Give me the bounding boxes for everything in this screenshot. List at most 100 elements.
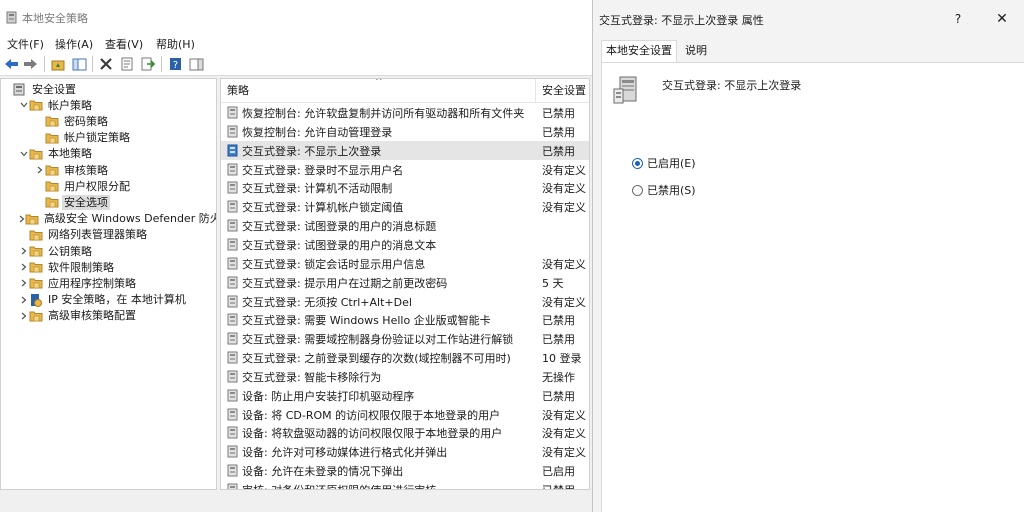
disabled-option[interactable]: 已禁用(S) xyxy=(632,182,696,198)
svg-text:?: ? xyxy=(172,60,177,71)
enabled-option[interactable]: 已启用(E) xyxy=(632,155,696,171)
up-one-level-button[interactable] xyxy=(49,55,67,73)
table-row[interactable]: 交互式登录: 登录时不显示用户名 没有定义 xyxy=(221,160,589,179)
table-row[interactable]: 交互式登录: 需要域控制器身份验证以对工作站进行解锁 已禁用 xyxy=(221,329,589,348)
tree-item[interactable]: 公钥策略 xyxy=(1,243,216,259)
policy-name-cell: 交互式登录: 锁定会话时显示用户信息 xyxy=(242,257,426,271)
policy-name-cell: 交互式登录: 登录时不显示用户名 xyxy=(242,163,404,177)
column-header-policy[interactable]: 策略 ^ xyxy=(221,79,536,103)
table-row[interactable]: 设备: 将软盘驱动器的访问权限仅限于本地登录的用户 没有定义 xyxy=(221,423,589,442)
toolbar: ? xyxy=(0,52,592,76)
tree-item[interactable]: 应用程序控制策略 xyxy=(1,275,216,291)
help-button[interactable]: ? xyxy=(947,8,969,30)
tree-item[interactable]: IP 安全策略，在 本地计算机 xyxy=(1,292,216,308)
tree-item[interactable]: 网络列表管理器策略 xyxy=(1,227,216,243)
policy-name-cell: 设备: 将软盘驱动器的访问权限仅限于本地登录的用户 xyxy=(242,427,503,441)
tree-item[interactable]: 密码策略 xyxy=(1,113,216,129)
policy-item-icon xyxy=(227,163,238,176)
table-row[interactable]: 交互式登录: 提示用户在过期之前更改密码 5 天 xyxy=(221,273,589,292)
policy-name-cell: 设备: 允许对可移动媒体进行格式化并弹出 xyxy=(242,446,448,460)
close-button[interactable]: ✕ xyxy=(991,8,1013,30)
policy-item-icon xyxy=(227,389,238,402)
table-row[interactable]: 交互式登录: 无须按 Ctrl+Alt+Del 没有定义 xyxy=(221,292,589,311)
tree-item[interactable]: 帐户策略 xyxy=(1,97,216,113)
security-setting-cell: 没有定义 xyxy=(542,446,586,460)
table-row[interactable]: 交互式登录: 计算机帐户锁定阈值 没有定义 xyxy=(221,197,589,216)
table-row[interactable]: 交互式登录: 之前登录到缓存的次数(域控制器不可用时) 10 登录 xyxy=(221,348,589,367)
horizontal-scrollbar[interactable] xyxy=(0,492,592,512)
disabled-radio[interactable] xyxy=(632,184,643,196)
chevron-right-icon[interactable] xyxy=(19,259,29,275)
menu-view[interactable]: 查看(V) xyxy=(105,36,143,52)
security-settings-icon xyxy=(13,83,25,96)
table-row[interactable]: 设备: 防止用户安装打印机驱动程序 已禁用 xyxy=(221,386,589,405)
policy-item-icon xyxy=(227,181,238,194)
menu-action[interactable]: 操作(A) xyxy=(55,36,93,52)
chevron-down-icon[interactable] xyxy=(19,146,29,162)
table-row[interactable]: 交互式登录: 试图登录的用户的消息文本 xyxy=(221,235,589,254)
table-row[interactable]: 恢复控制台: 允许软盘复制并访问所有驱动器和所有文件夹 已禁用 xyxy=(221,103,589,122)
tree-item[interactable]: 本地策略 xyxy=(1,146,216,162)
tree-item[interactable]: 帐户锁定策略 xyxy=(1,130,216,146)
menu-help[interactable]: 帮助(H) xyxy=(156,36,195,52)
security-setting-cell: 已禁用 xyxy=(542,333,575,347)
chevron-right-icon[interactable] xyxy=(35,162,45,178)
help-icon: ? xyxy=(169,58,181,71)
folder-icon xyxy=(45,133,59,144)
tab-local-security-setting[interactable]: 本地安全设置 xyxy=(601,40,677,62)
dialog-titlebar: 交互式登录: 不显示上次登录 属性 ? ✕ xyxy=(593,0,1024,38)
delete-icon xyxy=(100,58,112,70)
chevron-right-icon[interactable] xyxy=(19,243,29,259)
back-button[interactable] xyxy=(2,55,20,73)
table-row[interactable]: 设备: 允许在未登录的情况下弹出 已启用 xyxy=(221,461,589,480)
policy-name-cell: 交互式登录: 提示用户在过期之前更改密码 xyxy=(242,276,448,290)
tree-item[interactable]: 软件限制策略 xyxy=(1,259,216,275)
tab-explain[interactable]: 说明 xyxy=(681,42,711,62)
enabled-radio[interactable] xyxy=(632,157,643,169)
local-security-policy-icon xyxy=(6,11,17,24)
properties-button[interactable] xyxy=(118,55,136,73)
table-row[interactable]: 交互式登录: 锁定会话时显示用户信息 没有定义 xyxy=(221,254,589,273)
folder-icon xyxy=(29,230,43,241)
policy-name-cell: 审核: 对备份和还原权限的使用进行审核 xyxy=(242,482,538,489)
chevron-right-icon[interactable] xyxy=(19,275,29,291)
table-row[interactable]: 交互式登录: 智能卡移除行为 无操作 xyxy=(221,367,589,386)
help-toolbar-button[interactable]: ? xyxy=(166,55,184,73)
tree-item[interactable]: 安全选项 xyxy=(1,194,216,210)
tree-item[interactable]: 高级审核策略配置 xyxy=(1,308,216,324)
table-row[interactable]: 设备: 允许对可移动媒体进行格式化并弹出 没有定义 xyxy=(221,442,589,461)
delete-button[interactable] xyxy=(97,55,115,73)
table-row[interactable]: 交互式登录: 需要 Windows Hello 企业版或智能卡 已禁用 xyxy=(221,310,589,329)
chevron-right-icon[interactable] xyxy=(19,308,29,324)
tree-item[interactable]: 审核策略 xyxy=(1,162,216,178)
policy-name-cell: 交互式登录: 试图登录的用户的消息标题 xyxy=(242,220,437,234)
forward-button[interactable] xyxy=(21,55,39,73)
policy-item-icon xyxy=(227,426,238,439)
column-header-setting[interactable]: 安全设置 xyxy=(536,79,589,103)
chevron-right-icon[interactable] xyxy=(19,292,29,308)
window-title: 本地安全策略 xyxy=(22,12,88,25)
table-row[interactable]: 审核: 对备份和还原权限的使用进行审核已禁用 xyxy=(221,480,589,489)
table-row[interactable]: 交互式登录: 计算机不活动限制 没有定义 xyxy=(221,178,589,197)
enabled-label: 已启用(E) xyxy=(647,157,696,170)
tree-item[interactable]: 用户权限分配 xyxy=(1,178,216,194)
table-row[interactable]: 交互式登录: 不显示上次登录 已禁用 xyxy=(221,140,589,160)
forward-arrow-icon xyxy=(23,59,37,69)
export-list-button[interactable] xyxy=(139,55,157,73)
table-row[interactable]: 恢复控制台: 允许自动管理登录 已禁用 xyxy=(221,122,589,141)
menu-file[interactable]: 文件(F) xyxy=(7,36,44,52)
show-hide-tree-button[interactable] xyxy=(70,55,88,73)
show-hide-action-pane-button[interactable] xyxy=(187,55,205,73)
security-setting-cell: 已启用 xyxy=(542,465,575,479)
security-setting-cell: 没有定义 xyxy=(542,182,586,196)
tree-item[interactable]: 安全设置 xyxy=(1,81,216,97)
table-row[interactable]: 交互式登录: 试图登录的用户的消息标题 xyxy=(221,216,589,235)
chevron-down-icon[interactable] xyxy=(19,97,29,113)
console-tree: 安全设置 帐户策略 密码策略 帐户锁定策略 本地策略 审核策略 用户权限分配 安全选项 高级安全… xyxy=(0,78,217,490)
tree-item[interactable]: 高级安全 Windows Defender 防火墙 xyxy=(1,211,216,227)
table-row[interactable]: 设备: 将 CD-ROM 的访问权限仅限于本地登录的用户 没有定义 xyxy=(221,405,589,424)
tree-item-label: 用户权限分配 xyxy=(64,179,130,193)
